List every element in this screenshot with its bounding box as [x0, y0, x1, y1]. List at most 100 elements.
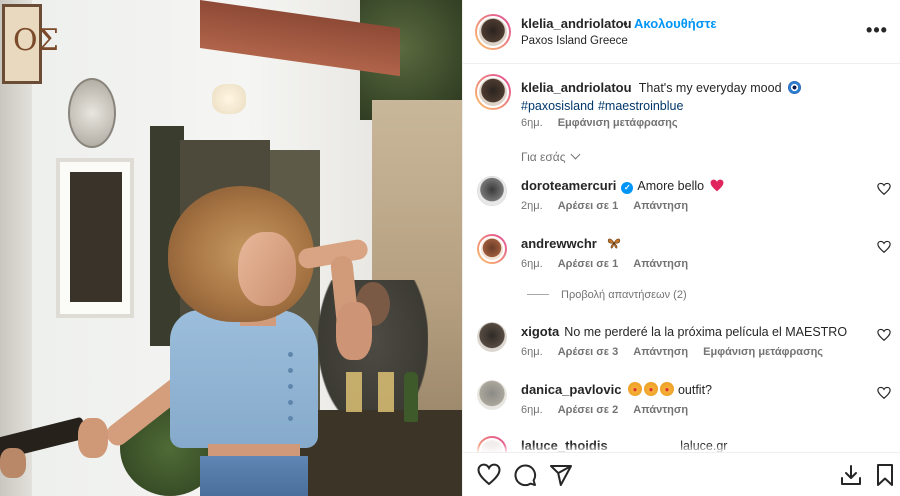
for-you-sort[interactable]: Για εσάς — [521, 149, 580, 164]
send-icon[interactable] — [549, 463, 573, 487]
reply-button[interactable]: Απάντηση — [633, 258, 688, 270]
heart-icon[interactable] — [477, 463, 501, 487]
woman-blue-top — [170, 310, 318, 448]
butterfly-icon — [608, 238, 621, 249]
beer-glass — [378, 372, 394, 412]
hashtag-link[interactable]: #maestroinblue — [598, 99, 683, 113]
top-button — [288, 416, 293, 421]
reply-button[interactable]: Απάντηση — [633, 346, 688, 358]
comment-time[interactable]: 6ημ. — [521, 346, 543, 358]
commenter-avatar[interactable] — [477, 380, 507, 410]
bookmark-icon[interactable] — [873, 463, 897, 487]
author-avatar[interactable] — [475, 14, 511, 50]
like-comment-icon[interactable] — [877, 386, 891, 400]
star-struck-icon — [644, 382, 659, 396]
comment-item: doroteamercuri ✓ Amore bello 2ημ. Αρέσει σ… — [463, 176, 900, 228]
top-button — [288, 400, 293, 405]
comment-item: xigota No me perderé la la próxima pelícu… — [463, 322, 900, 374]
hashtag-link[interactable]: #paxosisland — [521, 99, 594, 113]
star-struck-icon — [628, 382, 643, 396]
chevron-down-icon — [570, 149, 580, 160]
commenter-username[interactable]: andrewwchr — [521, 236, 597, 251]
caption-avatar[interactable] — [475, 74, 511, 110]
caption-avatar-image — [477, 76, 509, 108]
post-photo[interactable]: ΟΣ — [0, 0, 462, 496]
comment-likes[interactable]: Αρέσει σε 3 — [558, 346, 619, 358]
top-button — [288, 368, 293, 373]
comment-item: andrewwchr 6ημ. Αρέσει σε 1 Απάντηση — [463, 234, 900, 286]
comment-likes[interactable]: Αρέσει σε 1 — [558, 200, 619, 212]
sign-lettering: ΟΣ — [13, 23, 59, 58]
cafe-table — [300, 410, 462, 496]
window — [56, 158, 134, 318]
view-replies-label: Προβολή απαντήσεων (2) — [561, 289, 687, 301]
author-username[interactable]: klelia_andriolatou — [521, 16, 632, 31]
commenter-avatar[interactable] — [477, 176, 507, 206]
commenter-username[interactable]: doroteamercuri — [521, 178, 616, 193]
commenter-username[interactable]: xigota — [521, 324, 559, 339]
see-translation-link[interactable]: Εμφάνιση μετάφρασης — [558, 117, 678, 129]
post-header: klelia_andriolatou • Ακολουθήστε Paxos I… — [463, 0, 900, 64]
comment-likes[interactable]: Αρέσει σε 2 — [558, 404, 619, 416]
replies-divider-line — [527, 294, 549, 295]
comment-body: danica_pavlovic outfit? — [521, 382, 861, 397]
caption-username[interactable]: klelia_andriolatou — [521, 80, 632, 95]
like-comment-icon[interactable] — [877, 328, 891, 342]
like-comment-icon[interactable] — [877, 240, 891, 254]
caption-text: That's my everyday mood — [638, 81, 782, 95]
comment-likes[interactable]: Αρέσει σε 1 — [558, 258, 619, 270]
beating-heart-icon — [710, 179, 723, 192]
comment-body: doroteamercuri ✓ Amore bello — [521, 178, 861, 194]
bottle — [404, 372, 418, 422]
verified-badge-icon: ✓ — [621, 182, 634, 194]
woman-face — [238, 232, 296, 306]
commenter-avatar-image — [479, 236, 505, 262]
comment-text: No me perderé la la próxima película el … — [564, 325, 848, 339]
comment-text: outfit? — [677, 383, 712, 397]
like-comment-icon[interactable] — [877, 182, 891, 196]
caption-meta: 6ημ. Εμφάνιση μετάφρασης — [521, 117, 690, 129]
caption-time[interactable]: 6ημ. — [521, 117, 543, 129]
post-location[interactable]: Paxos Island Greece — [521, 35, 628, 47]
woman-left-hand — [78, 418, 108, 458]
commenter-avatar-image — [478, 177, 506, 205]
comment-body: xigota No me perderé la la próxima pelícu… — [521, 324, 861, 339]
reply-button[interactable]: Απάντηση — [633, 200, 688, 212]
window-interior — [70, 172, 122, 302]
more-options-icon[interactable]: ••• — [865, 18, 889, 42]
follow-button[interactable]: Ακολουθήστε — [634, 16, 717, 31]
round-plaque — [68, 78, 116, 148]
post-action-bar — [463, 452, 900, 496]
commenter-avatar-image — [477, 322, 507, 352]
commenter-avatar[interactable] — [477, 322, 507, 352]
see-translation-link[interactable]: Εμφάνιση μετάφρασης — [703, 346, 823, 358]
beer-glass — [346, 372, 362, 412]
comment-time[interactable]: 2ημ. — [521, 200, 543, 212]
comment-time[interactable]: 6ημ. — [521, 258, 543, 270]
separator-dot: • — [623, 16, 628, 31]
comment-time[interactable]: 6ημ. — [521, 404, 543, 416]
comment-meta: 6ημ. Αρέσει σε 1 Απάντηση — [521, 258, 700, 270]
view-replies-button[interactable]: Προβολή απαντήσεων (2) — [527, 289, 687, 301]
comment-text: Amore bello — [637, 179, 705, 193]
comment-item: danica_pavlovic outfit? 6ημ. Αρέσει σε 2… — [463, 380, 900, 432]
top-button — [288, 384, 293, 389]
comment-meta: 6ημ. Αρέσει σε 2 Απάντηση — [521, 404, 700, 416]
star-struck-icon — [660, 382, 675, 396]
for-you-label: Για εσάς — [521, 150, 566, 164]
commenter-avatar-image — [477, 380, 507, 410]
commenter-avatar[interactable] — [477, 234, 507, 264]
comment-body: andrewwchr — [521, 236, 861, 251]
comment-icon[interactable] — [513, 463, 537, 487]
wall-lamp — [212, 84, 246, 114]
guitarist-hand — [0, 448, 26, 478]
taverna-sign: ΟΣ — [2, 4, 59, 84]
author-avatar-image — [477, 16, 509, 48]
nazar-amulet-icon — [788, 81, 801, 94]
reply-button[interactable]: Απάντηση — [633, 404, 688, 416]
download-icon[interactable] — [839, 463, 863, 487]
comment-meta: 6ημ. Αρέσει σε 3 Απάντηση Εμφάνιση μετάφ… — [521, 346, 835, 358]
commenter-username[interactable]: danica_pavlovic — [521, 382, 621, 397]
comment-meta: 2ημ. Αρέσει σε 1 Απάντηση — [521, 200, 700, 212]
woman-skirt — [200, 456, 308, 496]
